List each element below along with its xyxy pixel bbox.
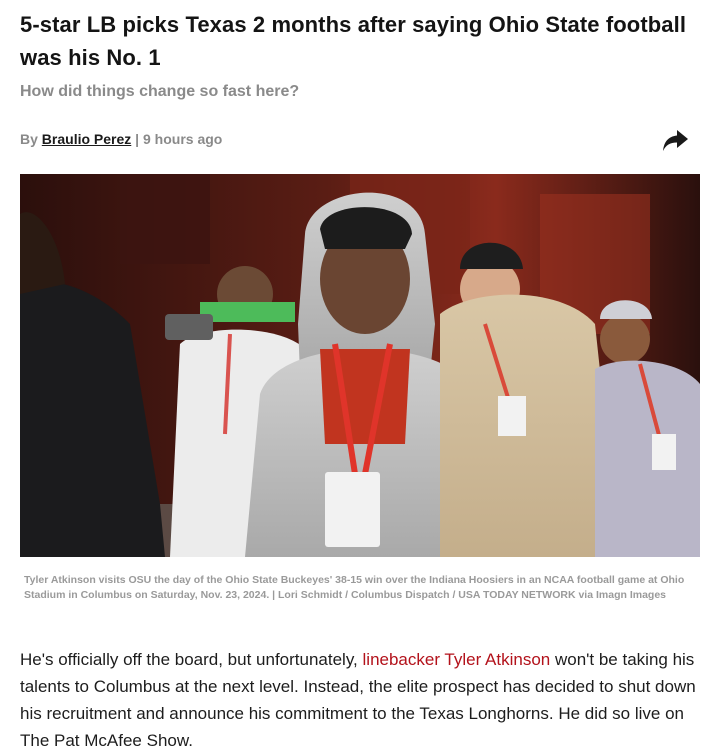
linebacker-link[interactable]: linebacker Tyler Atkinson [363,650,551,669]
body-text-lead: He's officially off the board, but unfor… [20,650,363,669]
share-arrow-icon [663,130,688,151]
byline: By Braulio Perez | 9 hours ago [20,131,222,147]
byline-prefix: By [20,131,38,147]
share-button[interactable] [660,126,690,154]
image-caption: Tyler Atkinson visits OSU the day of the… [24,574,685,601]
article-subheadline: How did things change so fast here? [20,83,300,100]
article-body-paragraph: He's officially off the board, but unfor… [20,646,700,754]
publish-time: 9 hours ago [142,131,223,147]
byline-separator: | [135,131,140,147]
article-photo [20,174,700,557]
author-link[interactable]: Braulio Perez [42,131,131,147]
article-headline: 5-star LB picks Texas 2 months after say… [20,12,687,70]
